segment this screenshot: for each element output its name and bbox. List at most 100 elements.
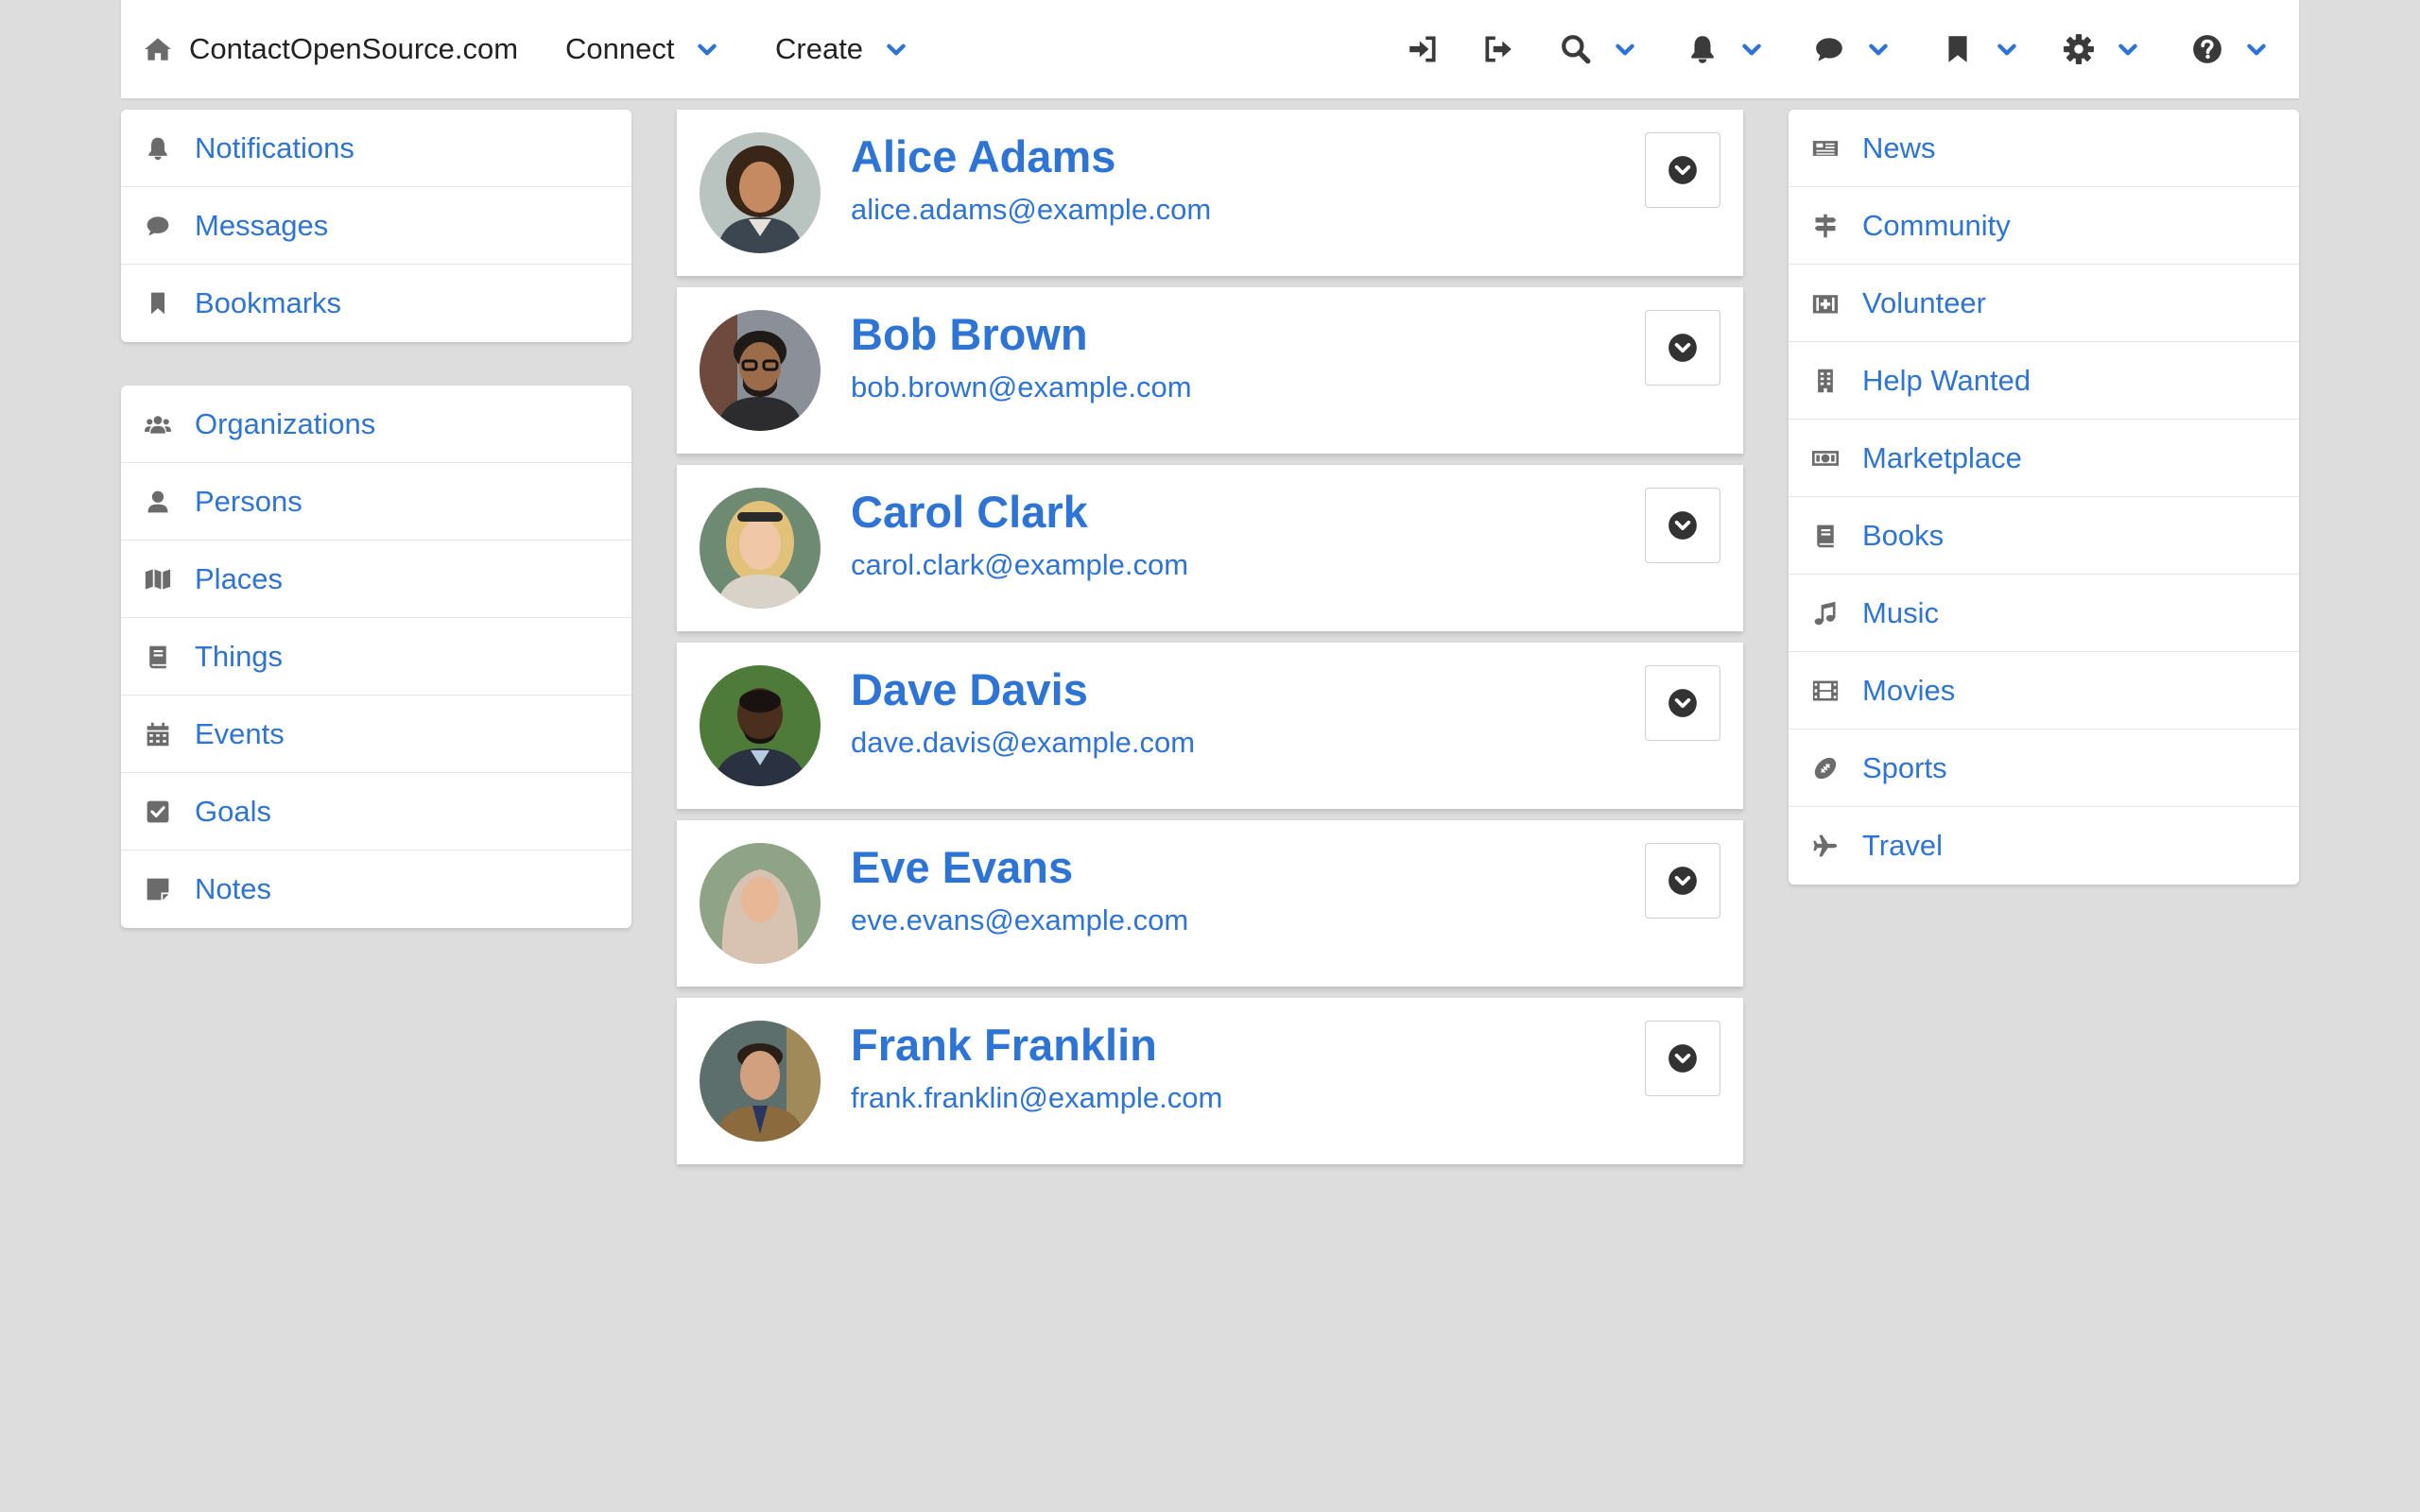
person-actions-button[interactable] — [1645, 665, 1720, 741]
sidebar-item-things[interactable]: Things — [121, 618, 631, 696]
chevron-down-icon — [698, 43, 717, 56]
connect-menu[interactable]: Connect — [565, 0, 719, 98]
person-name[interactable]: Carol Clark — [851, 486, 1088, 538]
messages-menu[interactable] — [1813, 0, 1891, 98]
create-menu[interactable]: Create — [775, 0, 908, 98]
map-icon — [144, 565, 172, 593]
person-email[interactable]: eve.evans@example.com — [851, 903, 1188, 937]
person-actions-button[interactable] — [1645, 488, 1720, 563]
sidebar-item-books[interactable]: Books — [1789, 497, 2299, 575]
sidebar-item-notes[interactable]: Notes — [121, 850, 631, 928]
sidebar-item-goals[interactable]: Goals — [121, 773, 631, 850]
bookmarks-menu[interactable] — [1942, 0, 2019, 98]
sidebar-item-bookmarks[interactable]: Bookmarks — [121, 265, 631, 342]
person-name[interactable]: Alice Adams — [851, 130, 1115, 182]
person-actions-button[interactable] — [1645, 1021, 1720, 1096]
sidebar-item-label: Notes — [195, 872, 271, 905]
avatar[interactable] — [700, 310, 821, 431]
person-card[interactable]: Dave Davis dave.davis@example.com — [677, 643, 1743, 809]
sidebar-item-label: Help Wanted — [1862, 363, 2031, 397]
sign-in-icon — [1409, 36, 1436, 62]
chevron-down-icon — [1616, 43, 1634, 56]
sidebar-item-community[interactable]: Community — [1789, 187, 2299, 265]
sidebar-item-marketplace[interactable]: Marketplace — [1789, 420, 2299, 497]
avatar[interactable] — [700, 132, 821, 253]
sidebar-item-organizations[interactable]: Organizations — [121, 386, 631, 463]
search-menu[interactable] — [1560, 0, 1637, 98]
bell-icon — [144, 134, 172, 163]
chevron-down-icon — [2247, 43, 2266, 56]
football-icon — [1811, 754, 1840, 782]
person-email[interactable]: frank.franklin@example.com — [851, 1081, 1222, 1115]
sidebar-item-places[interactable]: Places — [121, 541, 631, 618]
search-icon — [1562, 35, 1591, 64]
sidebar-item-label: Travel — [1862, 829, 1943, 862]
right-panel-categories: News Community Volunteer Help Wanted Mar… — [1789, 110, 2299, 885]
book-icon — [1811, 522, 1840, 550]
sidebar-item-label: Organizations — [195, 406, 376, 440]
sidebar-item-news[interactable]: News — [1789, 110, 2299, 187]
notifications-menu[interactable] — [1686, 0, 1764, 98]
avatar[interactable] — [700, 843, 821, 964]
sidebar-item-travel[interactable]: Travel — [1789, 807, 2299, 885]
sidebar-item-help-wanted[interactable]: Help Wanted — [1789, 342, 2299, 420]
check-square-icon — [144, 798, 172, 826]
book-icon — [144, 643, 172, 671]
person-email[interactable]: bob.brown@example.com — [851, 370, 1192, 404]
settings-menu[interactable] — [2063, 0, 2140, 98]
chevron-down-icon — [1742, 43, 1761, 56]
create-menu-label: Create — [775, 32, 864, 65]
calendar-icon — [144, 720, 172, 748]
chevron-down-icon — [1997, 43, 2016, 56]
sidebar-item-movies[interactable]: Movies — [1789, 652, 2299, 730]
sidebar-item-label: Places — [195, 561, 284, 595]
sidebar-item-sports[interactable]: Sports — [1789, 730, 2299, 807]
sign-in-button[interactable] — [1407, 0, 1439, 98]
medkit-icon — [1811, 289, 1840, 318]
sidebar-item-label: Movies — [1862, 673, 1956, 707]
person-card[interactable]: Bob Brown bob.brown@example.com — [677, 287, 1743, 454]
person-name[interactable]: Dave Davis — [851, 663, 1088, 715]
person-actions-button[interactable] — [1645, 843, 1720, 919]
sidebar-item-label: Things — [195, 639, 284, 673]
sidebar-item-label: Goals — [195, 794, 271, 828]
user-icon — [144, 488, 172, 516]
music-icon — [1811, 599, 1840, 627]
newspaper-icon — [1811, 134, 1840, 163]
sidebar-item-notifications[interactable]: Notifications — [121, 110, 631, 187]
sidebar-item-label: Notifications — [195, 130, 354, 164]
film-icon — [1811, 677, 1840, 705]
brand-link[interactable]: ContactOpenSource.com — [142, 0, 518, 98]
sidebar-item-music[interactable]: Music — [1789, 575, 2299, 652]
comment-icon — [144, 212, 172, 240]
person-card[interactable]: Alice Adams alice.adams@example.com — [677, 110, 1743, 276]
avatar[interactable] — [700, 488, 821, 609]
help-menu[interactable] — [2191, 0, 2269, 98]
sidebar-item-events[interactable]: Events — [121, 696, 631, 773]
avatar[interactable] — [700, 665, 821, 786]
chevron-down-icon — [2118, 43, 2137, 56]
person-name[interactable]: Frank Franklin — [851, 1019, 1157, 1071]
sidebar-item-volunteer[interactable]: Volunteer — [1789, 265, 2299, 342]
person-name[interactable]: Eve Evans — [851, 841, 1073, 893]
person-email[interactable]: dave.davis@example.com — [851, 726, 1195, 760]
chevron-down-icon — [1869, 43, 1888, 56]
sidebar-item-label: Bookmarks — [195, 286, 342, 319]
sidebar-item-messages[interactable]: Messages — [121, 187, 631, 265]
person-email[interactable]: carol.clark@example.com — [851, 548, 1188, 582]
bookmark-icon — [144, 289, 172, 318]
person-actions-button[interactable] — [1645, 310, 1720, 386]
home-icon — [145, 38, 171, 60]
avatar[interactable] — [700, 1021, 821, 1142]
person-email[interactable]: alice.adams@example.com — [851, 193, 1211, 227]
person-card[interactable]: Carol Clark carol.clark@example.com — [677, 465, 1743, 631]
sidebar-item-persons[interactable]: Persons — [121, 463, 631, 541]
sidebar-item-label: Sports — [1862, 750, 1947, 784]
sidebar-item-label: Marketplace — [1862, 440, 2022, 474]
person-actions-button[interactable] — [1645, 132, 1720, 208]
sign-out-button[interactable] — [1482, 0, 1514, 98]
person-card[interactable]: Frank Franklin frank.franklin@example.co… — [677, 998, 1743, 1164]
person-card[interactable]: Eve Evans eve.evans@example.com — [677, 820, 1743, 987]
sidebar-item-label: Books — [1862, 518, 1945, 552]
person-name[interactable]: Bob Brown — [851, 308, 1088, 360]
